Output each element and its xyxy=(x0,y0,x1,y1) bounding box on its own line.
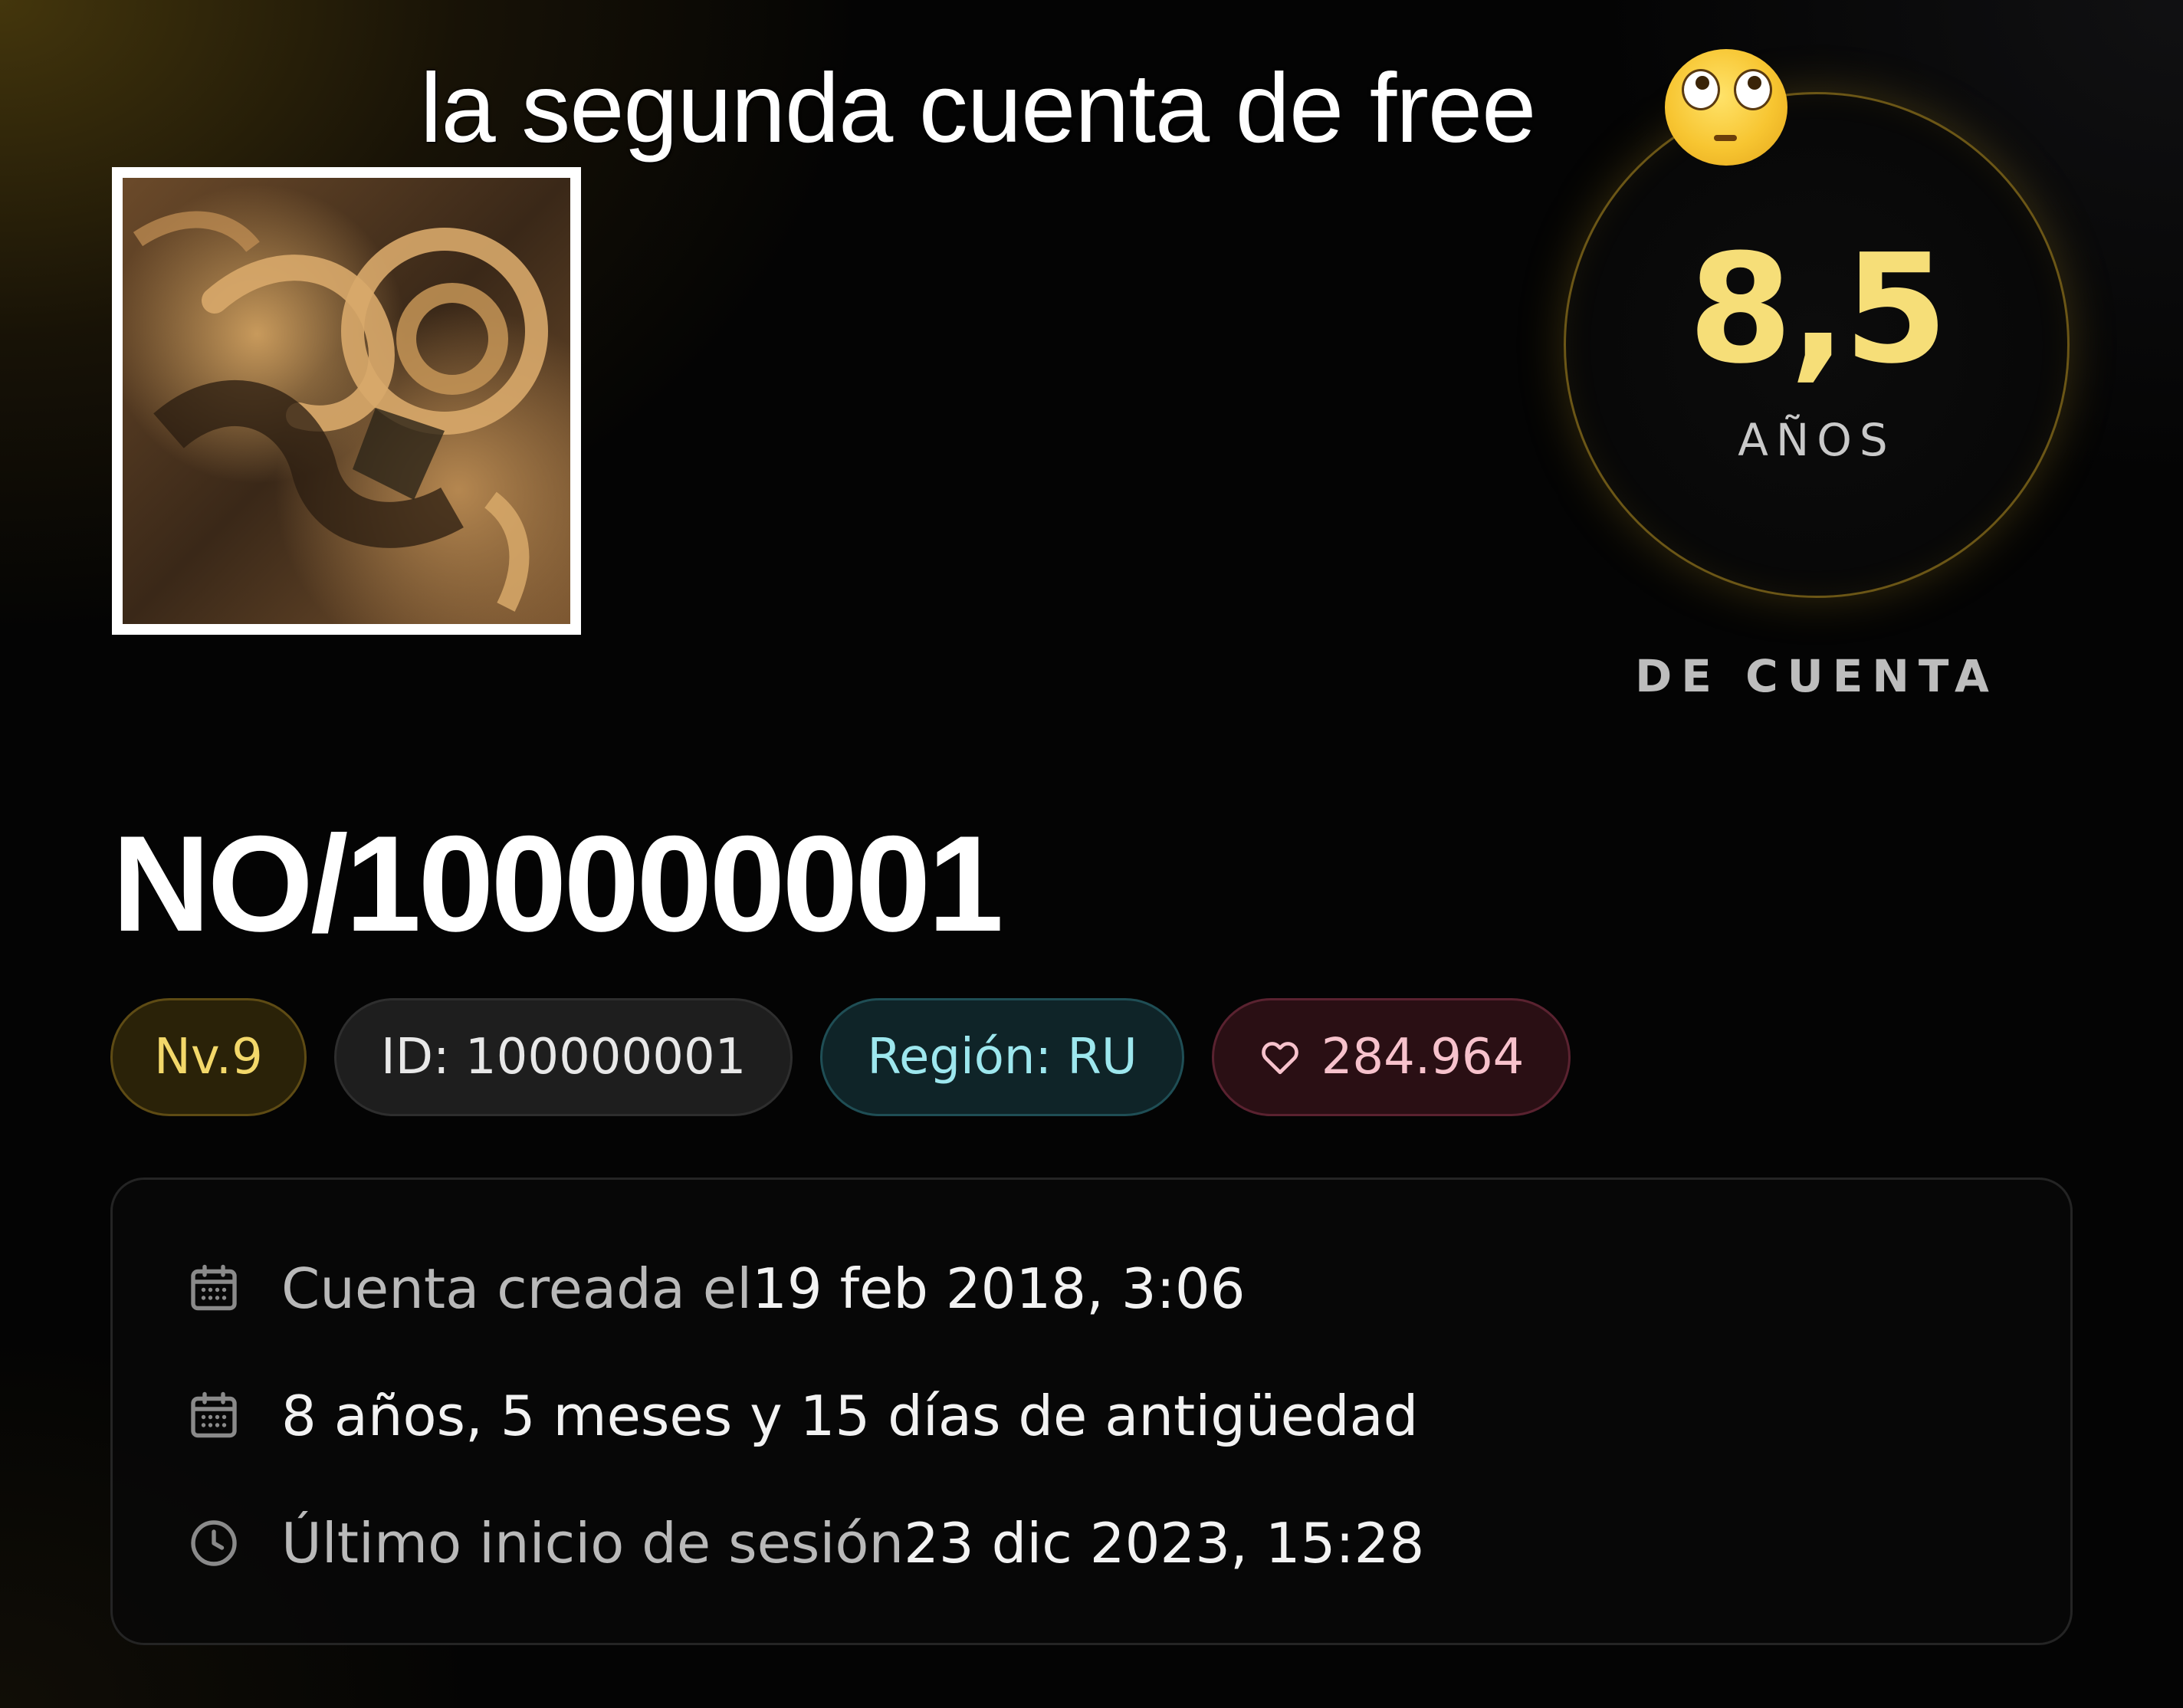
id-badge: ID: 100000001 xyxy=(333,998,793,1116)
created-label: Cuenta creada el xyxy=(281,1256,753,1321)
created-value: 19 feb 2018, 3:06 xyxy=(752,1256,1246,1321)
username-title: NO/100000001 xyxy=(112,807,1003,960)
account-info-card: Cuenta creada el 19 feb 2018, 3:06 8 año… xyxy=(110,1178,2073,1645)
overlay-caption: la segunda cuenta de free xyxy=(420,54,1536,163)
account-age-unit: AÑOS xyxy=(1738,414,1896,466)
badge-row: Nv.9 ID: 100000001 Región: RU 284.964 xyxy=(110,998,1571,1116)
age-row: 8 años, 5 meses y 15 días de antigüedad xyxy=(186,1384,1418,1448)
clock-icon xyxy=(191,1520,237,1566)
account-age-value: 8,5 xyxy=(1688,222,1948,397)
calendar-icon xyxy=(191,1264,237,1311)
calendar-icon xyxy=(191,1391,237,1438)
created-row: Cuenta creada el 19 feb 2018, 3:06 xyxy=(186,1256,1246,1321)
level-badge: Nv.9 xyxy=(110,998,307,1116)
heart-icon xyxy=(1261,1042,1298,1075)
flushed-face-emoji-icon xyxy=(1665,49,1787,166)
avatar[interactable] xyxy=(112,167,581,635)
last-login-value: 23 dic 2023, 15:28 xyxy=(904,1511,1425,1575)
age-value: 8 años, 5 meses y 15 días de antigüedad xyxy=(281,1384,1419,1448)
last-login-row: Último inicio de sesión 23 dic 2023, 15:… xyxy=(186,1511,1424,1575)
region-badge: Región: RU xyxy=(820,998,1184,1116)
account-age-subtitle: DE CUENTA xyxy=(1635,650,1998,702)
last-login-label: Último inicio de sesión xyxy=(281,1511,904,1575)
likes-count: 284.964 xyxy=(1321,1029,1525,1086)
profile-avatar-image xyxy=(123,178,570,624)
account-age-badge: 8,5 AÑOS xyxy=(1564,92,2070,613)
likes-badge[interactable]: 284.964 xyxy=(1211,998,1571,1116)
account-profile-page: la segunda cuenta de free 8,5 AÑOS DE CU… xyxy=(0,0,2183,1708)
